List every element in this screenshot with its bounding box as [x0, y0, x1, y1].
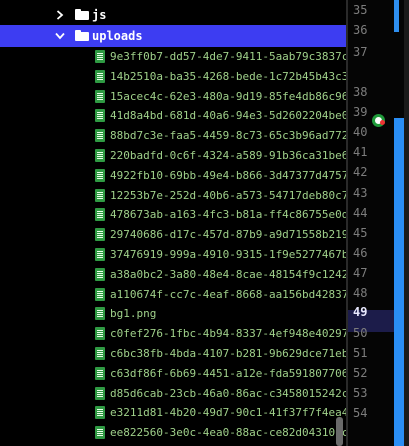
line-number[interactable]: 45 [353, 223, 383, 243]
file-item[interactable]: 15acec4c-62e3-480a-9d19-85fe4db86c96_ [0, 86, 346, 108]
file-item[interactable]: e3211d81-4b20-49d7-90c1-41f37f7f4ea4_ [0, 402, 346, 424]
folder-js[interactable]: js [0, 4, 346, 26]
file-item[interactable]: bg1.png [0, 303, 346, 325]
chevron-down-icon[interactable] [52, 25, 68, 47]
file-item[interactable]: a38a0bc2-3a80-48e4-8cae-48154f9c1242_ [0, 264, 346, 286]
file-item[interactable]: 88bd7c3e-faa5-4459-8c73-65c3b96ad772_ [0, 125, 346, 147]
line-number[interactable]: 48 [353, 283, 383, 303]
file-label: 14b2510a-ba35-4268-bede-1c72b45b43c3_ [110, 69, 346, 83]
line-number[interactable]: 42 [353, 162, 383, 182]
line-number[interactable]: 37 [353, 42, 383, 62]
line-number[interactable]: 38 [353, 82, 383, 102]
file-item[interactable]: 220badfd-0c6f-4324-a589-91b36ca31be6_ [0, 145, 346, 167]
line-number[interactable]: 44 [353, 203, 383, 223]
file-item[interactable]: 14b2510a-ba35-4268-bede-1c72b45b43c3_ [0, 66, 346, 88]
folder-icon [75, 30, 89, 41]
file-label: 4922fb10-69bb-49e4-b866-3d47377d4757_ [110, 168, 346, 182]
folder-icon [75, 9, 89, 20]
file-icon [95, 149, 105, 162]
line-number[interactable]: 41 [353, 142, 383, 162]
line-number[interactable]: 47 [353, 263, 383, 283]
file-icon [95, 267, 105, 281]
file-tree: js uploads 9e3ff0b7-dd57-4de7-9411-5aab7… [0, 0, 346, 446]
file-icon [95, 386, 105, 400]
folder-uploads[interactable]: uploads [0, 25, 346, 47]
file-label: 29740686-d17c-457d-87b9-a9d71558b219_ [110, 228, 346, 242]
file-label: 220badfd-0c6f-4324-a589-91b36ca31be6_ [110, 149, 346, 162]
file-icon [95, 406, 105, 420]
file-label: 9e3ff0b7-dd57-4de7-9411-5aab79c3837c_ [110, 50, 346, 63]
file-icon [95, 366, 105, 380]
file-item[interactable]: c0fef276-1fbc-4b94-8337-4ef948e40297_ [0, 323, 346, 345]
file-label: a38a0bc2-3a80-48e4-8cae-48154f9c1242_ [110, 267, 346, 281]
change-marker [394, 118, 404, 446]
editor-scrollbar[interactable] [404, 0, 409, 446]
file-item[interactable]: c63df86f-6b69-4451-a12e-fda591807706_ [0, 363, 346, 385]
line-number[interactable]: 43 [353, 183, 383, 203]
file-item[interactable]: 37476919-999a-4910-9315-1f9e5277467b_ [0, 244, 346, 266]
file-label: e3211d81-4b20-49d7-90c1-41f37f7f4ea4_ [110, 406, 346, 420]
line-number[interactable]: 52 [353, 363, 383, 383]
file-item[interactable]: c6bc38fb-4bda-4107-b281-9b629dce71eb_ [0, 343, 346, 365]
file-label: 12253b7e-252d-40b6-a573-54717deb80c7_ [110, 188, 346, 202]
file-label: bg1.png [110, 307, 157, 321]
file-icon [95, 327, 105, 341]
file-label: c0fef276-1fbc-4b94-8337-4ef948e40297_ [110, 327, 346, 341]
line-number[interactable]: 50 [353, 323, 383, 343]
file-icon [95, 248, 105, 261]
line-number[interactable]: 51 [353, 343, 383, 363]
file-label: ee822560-3e0c-4ea0-88ac-ce82d04310bc_ [110, 426, 346, 440]
line-number[interactable]: 53 [353, 383, 383, 403]
file-icon [95, 426, 105, 440]
file-item[interactable]: 9e3ff0b7-dd57-4de7-9411-5aab79c3837c_ [0, 46, 346, 68]
file-icon [95, 168, 105, 182]
line-number[interactable]: 49 [353, 302, 383, 322]
file-item[interactable]: 41d8a4bd-681d-40a6-94e3-5d2602204be0_ [0, 105, 346, 127]
file-item[interactable]: 478673ab-a163-4fc3-b81a-ff4c86755e0d_ [0, 204, 346, 226]
change-marker [394, 0, 399, 32]
file-label: 15acec4c-62e3-480a-9d19-85fe4db86c96_ [110, 89, 346, 103]
file-item[interactable]: 4922fb10-69bb-49e4-b866-3d47377d4757_ [0, 165, 346, 187]
file-icon [95, 287, 105, 301]
file-item[interactable]: 12253b7e-252d-40b6-a573-54717deb80c7_ [0, 185, 346, 207]
file-label: d85d6cab-23cb-46a0-86ac-c3458015242c_ [110, 386, 346, 400]
file-icon [95, 188, 105, 202]
tree-scrollbar-thumb[interactable] [336, 417, 343, 446]
file-icon [95, 228, 105, 242]
file-icon [95, 347, 105, 360]
file-icon [95, 109, 105, 123]
file-item[interactable]: d85d6cab-23cb-46a0-86ac-c3458015242c_ [0, 383, 346, 405]
line-number[interactable]: 35 [353, 0, 383, 20]
file-icon [95, 307, 105, 321]
file-label: a110674f-cc7c-4eaf-8668-aa156bd42837_ [110, 287, 346, 301]
file-item[interactable]: a110674f-cc7c-4eaf-8668-aa156bd42837_ [0, 284, 346, 306]
line-number[interactable]: 46 [353, 243, 383, 263]
line-number[interactable]: 54 [353, 403, 383, 423]
breakpoint-status-dot [380, 120, 385, 125]
file-icon [95, 129, 105, 143]
folder-label: js [92, 8, 107, 22]
file-icon [95, 69, 105, 83]
file-label: 88bd7c3e-faa5-4459-8c73-65c3b96ad772_ [110, 129, 346, 143]
file-label: 41d8a4bd-681d-40a6-94e3-5d2602204be0_ [110, 109, 346, 123]
file-icon [95, 50, 105, 63]
file-label: c63df86f-6b69-4451-a12e-fda591807706_ [110, 366, 346, 380]
file-label: c6bc38fb-4bda-4107-b281-9b629dce71eb_ [110, 347, 346, 360]
folder-label: uploads [92, 29, 143, 43]
file-item[interactable]: 29740686-d17c-457d-87b9-a9d71558b219_ [0, 224, 346, 246]
file-label: 478673ab-a163-4fc3-b81a-ff4c86755e0d_ [110, 208, 346, 222]
file-icon [95, 208, 105, 222]
chevron-right-icon[interactable] [52, 4, 68, 26]
file-item[interactable]: ee822560-3e0c-4ea0-88ac-ce82d04310bc_ [0, 422, 346, 444]
line-number[interactable]: 36 [353, 20, 383, 40]
file-label: 37476919-999a-4910-9315-1f9e5277467b_ [110, 248, 346, 261]
file-icon [95, 89, 105, 103]
